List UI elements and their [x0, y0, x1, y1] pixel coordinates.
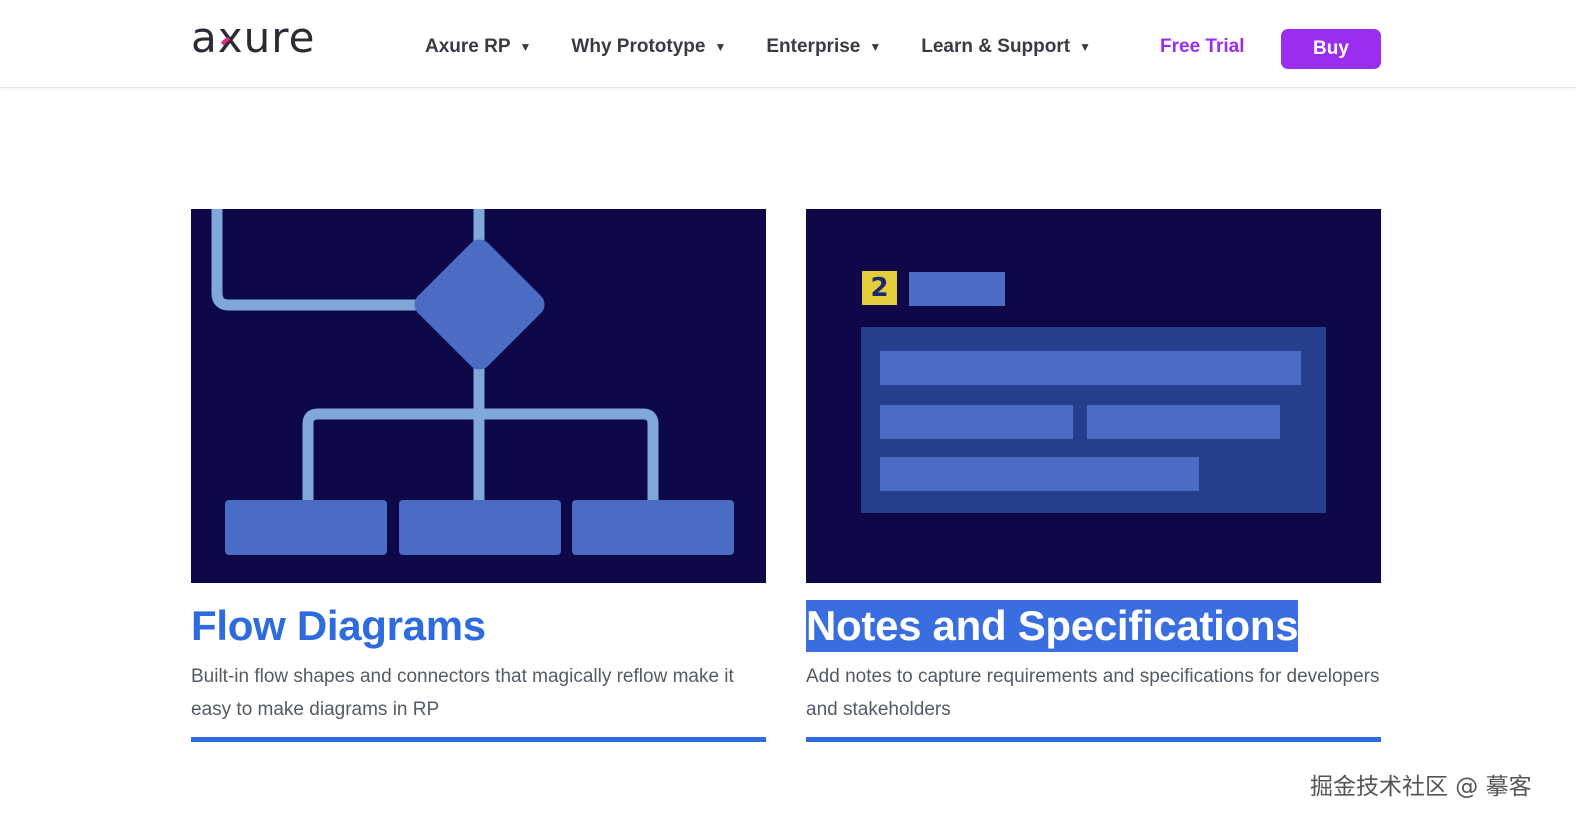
- feature-card-notes-specifications[interactable]: 2 Notes and Specifications Add notes to …: [806, 209, 1381, 742]
- nav-item-label: Learn & Support: [921, 36, 1071, 57]
- nav-item-learn-support[interactable]: Learn & Support ▼: [921, 36, 1091, 58]
- caret-down-icon: ▼: [1079, 40, 1091, 54]
- free-trial-link[interactable]: Free Trial: [1160, 36, 1245, 58]
- main-nav: Axure RP ▼ Why Prototype ▼ Enterprise ▼ …: [425, 36, 1131, 58]
- nav-item-label: Axure RP: [425, 36, 511, 57]
- card-underline: [191, 737, 766, 742]
- nav-item-axure-rp[interactable]: Axure RP ▼: [425, 36, 531, 58]
- axure-logo[interactable]: axure: [191, 16, 315, 60]
- card-title-wrapper: Notes and Specifications: [806, 600, 1381, 652]
- caret-down-icon: ▼: [869, 40, 882, 54]
- flow-diagram-svg: [211, 209, 734, 555]
- notes-specifications-illustration: 2: [806, 209, 1381, 583]
- note-badge-number: 2: [870, 273, 889, 303]
- card-description: Built-in flow shapes and connectors that…: [191, 666, 734, 720]
- nav-item-label: Enterprise: [766, 36, 861, 57]
- caret-down-icon: ▼: [714, 40, 727, 54]
- nav-item-enterprise[interactable]: Enterprise ▼: [766, 36, 881, 58]
- caret-down-icon: ▼: [519, 40, 532, 54]
- buy-button[interactable]: Buy: [1281, 29, 1381, 69]
- card-underline: [806, 737, 1381, 742]
- flow-diagram-illustration: [191, 209, 766, 583]
- nav-item-why-prototype[interactable]: Why Prototype ▼: [571, 36, 726, 58]
- notes-svg: [861, 271, 1326, 513]
- card-title: Flow Diagrams: [191, 602, 486, 649]
- site-header: axure Axure RP ▼ Why Prototype ▼ Enterpr…: [0, 0, 1576, 88]
- nav-item-label: Why Prototype: [571, 36, 706, 57]
- card-description: Add notes to capture requirements and sp…: [806, 666, 1380, 720]
- watermark-text: 掘金技术社区 @ 摹客: [1310, 774, 1532, 800]
- logo-x-mark: x: [217, 13, 244, 62]
- card-title: Notes and Specifications: [806, 600, 1299, 652]
- feature-card-flow-diagrams[interactable]: Flow Diagrams Built-in flow shapes and c…: [191, 209, 766, 742]
